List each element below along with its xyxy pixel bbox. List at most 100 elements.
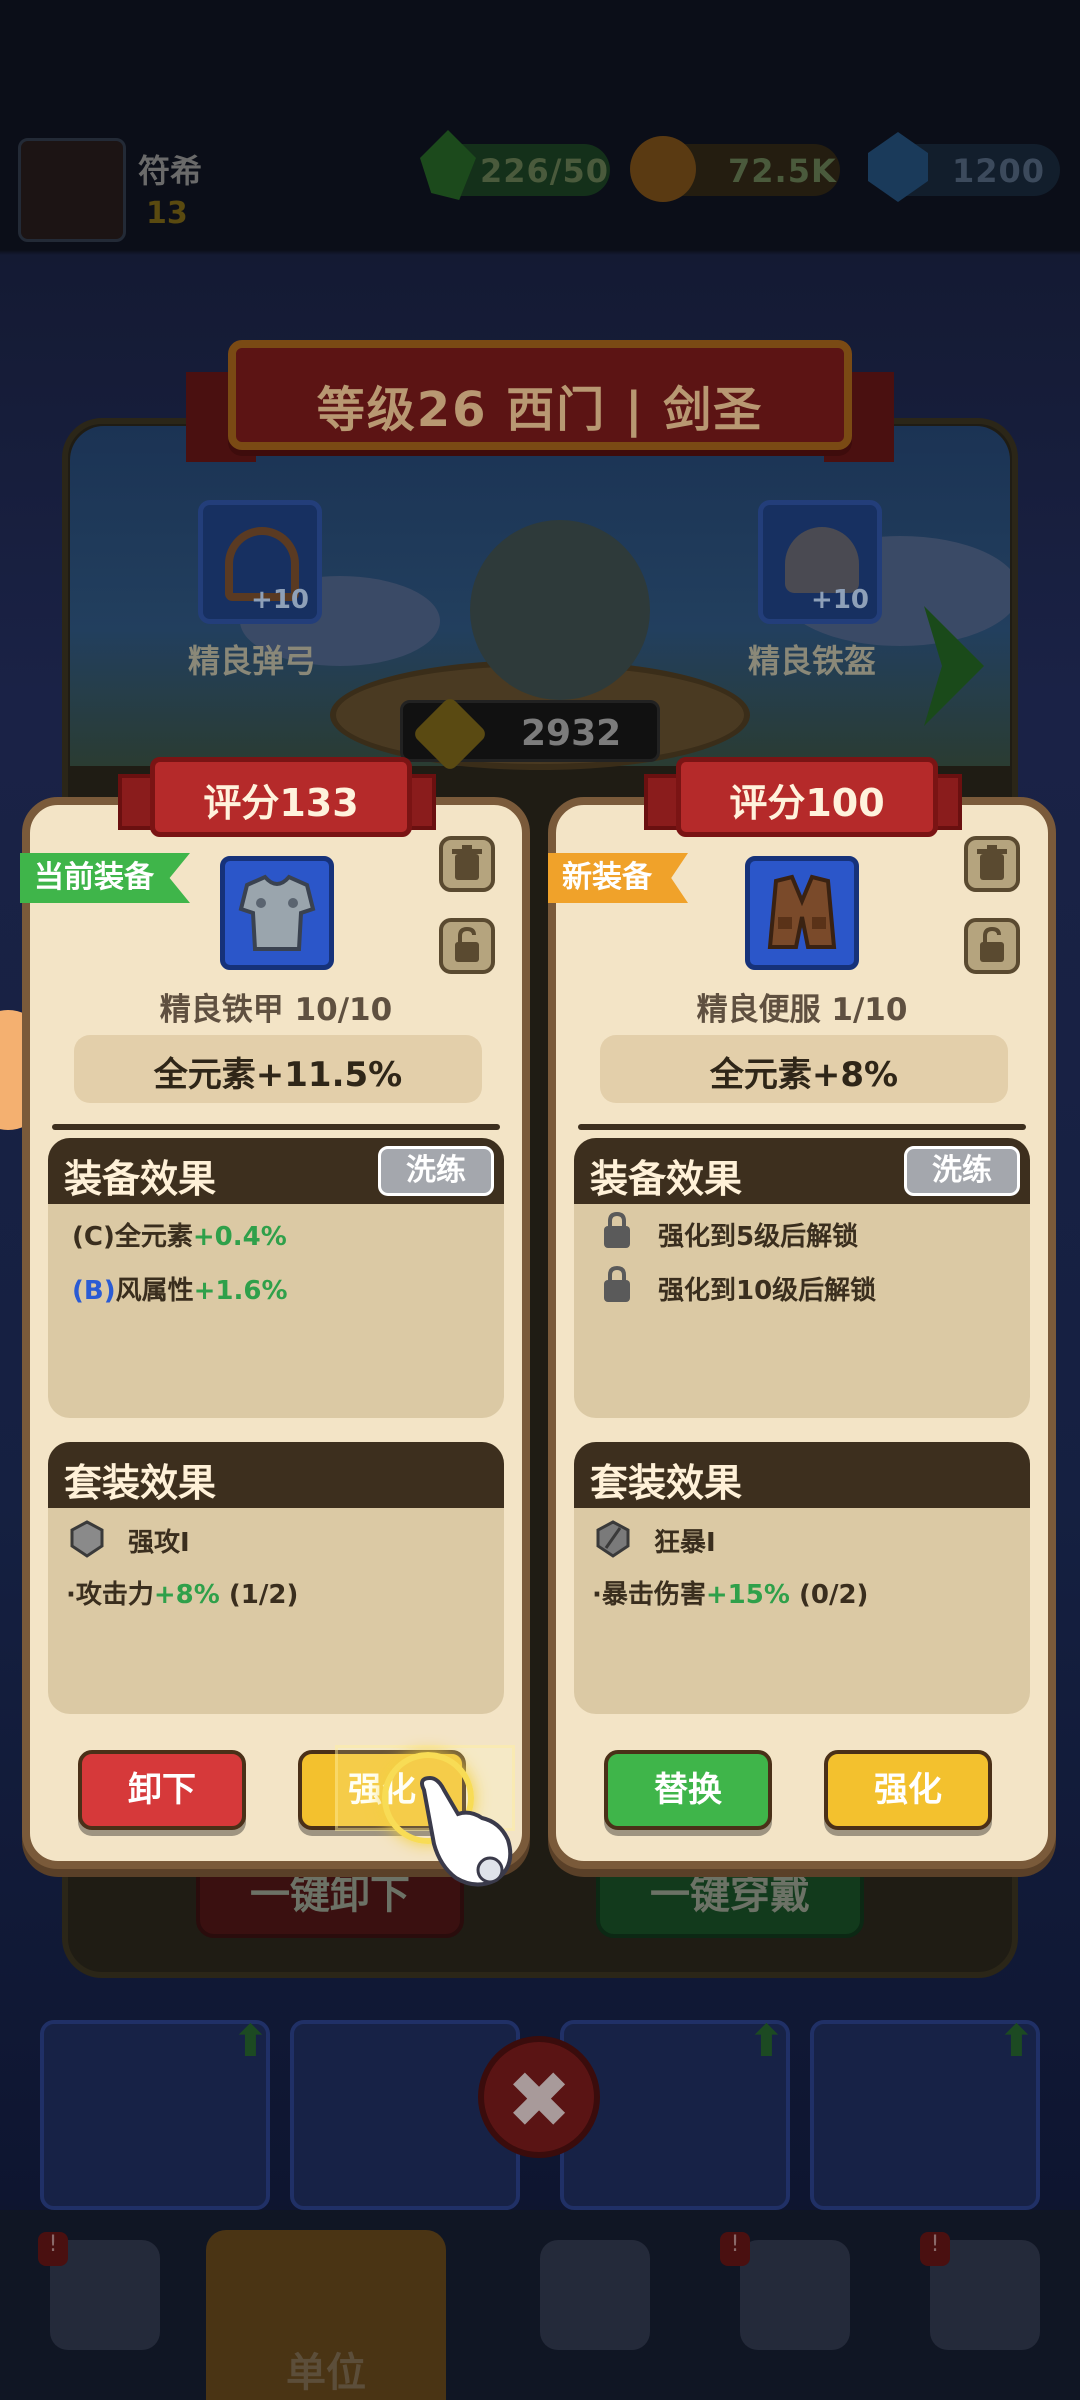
unequip-button[interactable]: 卸下 [78,1750,246,1830]
discard-button[interactable] [439,836,495,892]
lock-icon [604,1211,630,1248]
slot-helmet[interactable]: +10 [758,500,882,624]
title-banner: 等级26 西门 | 剑圣 [228,340,852,450]
helmet-icon [785,527,859,593]
set-bonus: ·攻击力+8% (1/2) [66,1574,298,1611]
slot-plus: +10 [251,585,309,615]
unlock-icon [980,926,1004,962]
set-bonus-value: +15% [705,1580,790,1610]
upgrade-arrow-icon: ⬆ [232,2016,269,2067]
set-berserk-icon [596,1520,630,1558]
pointing-hand-icon [420,1775,513,1887]
current-main-stat-text: 全元素+11.5% [153,1055,403,1095]
gems-text: 1200 [952,152,1046,190]
player-avatar[interactable] [18,138,126,242]
locked-effect-text: 强化到10级后解锁 [658,1276,877,1306]
nav-units-label: 单位 [286,2350,366,2396]
lock-toggle-button[interactable] [964,918,1020,974]
section-header: 套装效果 [574,1442,1030,1508]
effect-grade: (C) [72,1222,115,1252]
iron-armor-icon [238,874,316,951]
lock-icon [604,1265,630,1302]
new-main-stat-text: 全元素+8% [709,1055,899,1095]
effect-name: 风属性 [115,1276,194,1306]
set-name: 狂暴I [654,1528,716,1558]
player-level: 13 [146,196,188,231]
trash-icon [452,845,482,880]
effect-line: (C)全元素+0.4% [72,1216,287,1253]
new-item-name: 精良便服 1/10 [696,992,908,1028]
page-title: 等级26 西门 | 剑圣 [316,382,764,438]
current-effects-section: 装备效果 洗练 (C)全元素+0.4% (B)风属性+1.6% [48,1138,504,1418]
new-main-stat: 全元素+8% [600,1035,1008,1103]
gold-text: 72.5K [728,152,837,190]
effects-title: 装备效果 [64,1157,217,1201]
new-set-section: 套装效果 狂暴I ·暴击伤害+15% (0/2) [574,1442,1030,1714]
slot-helmet-label: 精良铁盔 [748,642,877,680]
nav-badge: ! [38,2232,68,2266]
slot-slingshot[interactable]: +10 [198,500,322,624]
set-title: 套装效果 [64,1461,217,1505]
new-item-icon[interactable] [745,856,859,970]
power-value: 2932 [521,713,622,754]
one-key-label: 一键穿戴 [650,1872,810,1918]
upgrade-arrow-icon: ⬆ [998,2016,1035,2067]
effect-grade: (B) [72,1276,116,1306]
player-name: 符希 [138,152,203,190]
nav-chest-icon[interactable] [740,2240,850,2350]
set-bonus-progress: (1/2) [228,1580,299,1610]
section-header: 装备效果 洗练 [574,1138,1030,1204]
enhance-button-new[interactable]: 强化 [824,1750,992,1830]
current-item-icon[interactable] [220,856,334,970]
close-button[interactable]: ✖ [478,2036,600,2158]
current-main-stat: 全元素+11.5% [74,1035,482,1103]
effect-line: (B)风属性+1.6% [72,1270,288,1307]
effects-title: 装备效果 [590,1157,743,1201]
set-name: 强攻I [128,1528,190,1558]
set-bonus-progress: (0/2) [798,1580,869,1610]
effect-name: 全元素 [114,1222,193,1252]
slot-plus: +10 [811,585,869,615]
replace-button[interactable]: 替换 [604,1750,772,1830]
divider [578,1124,1026,1130]
new-score: 评分100 [729,781,885,825]
reforge-button[interactable]: 洗练 [378,1146,494,1196]
set-bonus-value: +8% [153,1580,220,1610]
current-item-name: 精良铁甲 10/10 [159,992,393,1028]
effect-value: +0.4% [192,1222,287,1252]
power-box: 2932 [400,695,660,773]
new-score-ribbon: 评分100 [676,757,938,837]
nav-badge: ! [720,2232,750,2266]
trash-icon [977,845,1007,880]
gold-icon [630,136,696,202]
upgrade-arrow-icon: ⬆ [748,2016,785,2067]
new-effects-section: 装备效果 洗练 强化到5级后解锁 强化到10级后解锁 [574,1138,1030,1418]
set-shield-icon [70,1520,104,1558]
nav-badge: ! [920,2232,950,2266]
current-set-section: 套装效果 强攻I ·攻击力+8% (1/2) [48,1442,504,1714]
set-bonus: ·暴击伤害+15% (0/2) [592,1574,868,1611]
set-title: 套装效果 [590,1461,743,1505]
current-score: 评分133 [203,781,359,825]
section-header: 套装效果 [48,1442,504,1508]
set-bonus-name: ·攻击力 [66,1580,154,1610]
effect-value: +1.6% [193,1276,288,1306]
set-bonus-name: ·暴击伤害 [592,1580,706,1610]
cloth-vest-icon [767,874,837,949]
close-icon: ✖ [506,2056,572,2146]
lock-toggle-button[interactable] [439,918,495,974]
divider [52,1124,500,1130]
locked-effect-text: 强化到5级后解锁 [658,1222,859,1252]
reforge-button[interactable]: 洗练 [904,1146,1020,1196]
unlock-icon [455,926,479,962]
power-icon [411,695,489,773]
current-score-ribbon: 评分133 [150,757,412,837]
discard-button[interactable] [964,836,1020,892]
current-equipment-tag: 当前装备 [20,853,190,903]
new-equipment-tag: 新装备 [548,853,688,903]
stamina-text: 226/50 [480,152,610,190]
nav-battle-icon[interactable] [540,2240,650,2350]
slot-slingshot-label: 精良弹弓 [188,642,317,680]
hero-character [470,520,650,700]
section-header: 装备效果 洗练 [48,1138,504,1204]
